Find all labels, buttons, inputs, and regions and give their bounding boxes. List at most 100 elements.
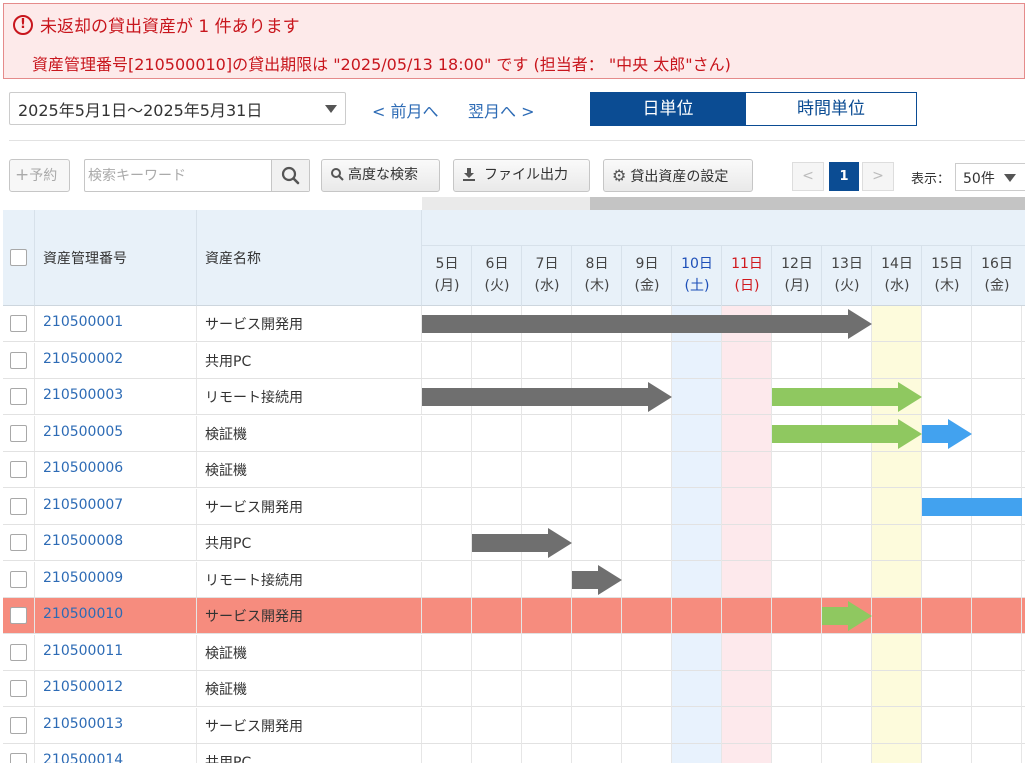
search-input[interactable] (85, 160, 271, 191)
asset-id-link[interactable]: 210500011 (35, 634, 197, 671)
alert-title: 未返却の貸出資産が 1 件あります (40, 17, 300, 37)
header-day-divider (422, 245, 1025, 246)
asset-name: サービス開発用 (197, 598, 422, 634)
day-header-11: 16日 (金) (972, 253, 1022, 297)
day-header-5: 10日 (土) (672, 253, 722, 297)
header-column-divider (671, 246, 672, 306)
asset-id-link[interactable]: 210500007 (35, 488, 197, 525)
day-column-divider (971, 306, 972, 763)
display-count-select[interactable]: 50件 (955, 163, 1025, 191)
date-range-value: 2025年5月1日～2025年5月31日 (18, 101, 263, 120)
advanced-search-button[interactable]: 高度な検索 (321, 159, 440, 192)
header-column-divider (871, 246, 872, 306)
row-check-cell (3, 306, 35, 342)
asset-name: 共用PC (197, 744, 422, 763)
asset-name: リモート接続用 (197, 379, 422, 415)
loan-bar-green[interactable] (772, 418, 922, 450)
row-check-cell (3, 671, 35, 707)
row-checkbox[interactable] (10, 716, 27, 734)
row-checkbox[interactable] (10, 753, 27, 763)
asset-name: 検証機 (197, 452, 422, 488)
day-column-divider (871, 306, 872, 763)
asset-id-link[interactable]: 210500008 (35, 525, 197, 561)
row-checkbox[interactable] (10, 534, 27, 551)
search-button[interactable] (271, 160, 309, 191)
day-header-4: 9日 (金) (622, 253, 672, 297)
loan-bar-arrow-icon (922, 497, 1022, 516)
header-asset-id[interactable]: 資産管理番号 (35, 210, 197, 306)
asset-id-link[interactable]: 210500001 (35, 306, 197, 342)
asset-name: サービス開発用 (197, 707, 422, 744)
day-of-week: (金) (634, 278, 660, 294)
header-day-columns: 5日 (月) 6日 (火) 7日 (水) 8日 (木) 9日 (金) 10日 (土) 11日 (日) 12日… (422, 210, 1025, 306)
search-box (84, 159, 310, 192)
loan-bar-blue[interactable] (922, 418, 972, 450)
asset-id-link[interactable]: 210500002 (35, 342, 197, 379)
loan-bar-green[interactable] (772, 381, 922, 413)
loan-bar-arrow-icon (472, 528, 572, 558)
asset-id-link[interactable]: 210500005 (35, 415, 197, 452)
row-checkbox[interactable] (10, 570, 27, 588)
day-number: 5日 (435, 256, 459, 272)
plus-icon: + (15, 165, 30, 185)
display-count-value: 50件 (963, 171, 995, 187)
asset-id-link[interactable]: 210500006 (35, 452, 197, 488)
display-label: 表示： (911, 172, 951, 187)
day-of-week: (木) (584, 278, 610, 294)
row-checkbox[interactable] (10, 607, 27, 624)
row-checkbox[interactable] (10, 497, 27, 515)
day-of-week: (水) (534, 278, 560, 294)
day-number: 14日 (881, 256, 913, 272)
alert-message: 資産管理番号[210500010]の貸出期限は "2025/05/13 18:0… (32, 55, 731, 74)
loan-bar-blue[interactable] (922, 491, 1022, 523)
loan-bar-gray[interactable] (572, 564, 622, 596)
header-asset-name[interactable]: 資産名称 (197, 210, 422, 306)
next-month-link[interactable]: 翌月へ > (468, 98, 535, 122)
asset-name: サービス開発用 (197, 306, 422, 342)
day-header-7: 12日 (月) (772, 253, 822, 297)
asset-schedule-grid: 資産管理番号 資産名称 5日 (月) 6日 (火) 7日 (水) 8日 (木) 9日 (金) 10日… (3, 210, 1025, 763)
row-checkbox[interactable] (10, 388, 27, 405)
select-all-checkbox[interactable] (10, 249, 27, 266)
asset-id-link[interactable]: 210500009 (35, 561, 197, 598)
row-checkbox[interactable] (10, 680, 27, 697)
view-day-button[interactable]: 日単位 (590, 92, 746, 126)
loan-bar-gray[interactable] (422, 381, 672, 413)
loan-bar-gray[interactable] (472, 527, 572, 559)
reserve-button[interactable]: +予約 (9, 159, 70, 192)
asset-id-link[interactable]: 210500010 (35, 598, 197, 634)
day-header-3: 8日 (木) (572, 253, 622, 297)
day-header-6: 11日 (日) (722, 253, 772, 297)
day-column-divider (621, 306, 622, 763)
loan-bar-green[interactable] (822, 600, 872, 632)
toolbar-divider (9, 140, 1025, 141)
day-number: 11日 (731, 256, 763, 272)
day-of-week: (金) (984, 278, 1010, 294)
row-checkbox[interactable] (10, 643, 27, 661)
view-hour-button[interactable]: 時間単位 (745, 92, 917, 126)
asset-id-link[interactable]: 210500014 (35, 744, 197, 763)
file-export-button[interactable]: ファイル出力 (453, 159, 590, 192)
row-checkbox[interactable] (10, 315, 27, 332)
timeline-scrollbar-thumb[interactable] (590, 197, 1025, 210)
asset-id-link[interactable]: 210500003 (35, 379, 197, 415)
loan-bar-gray[interactable] (422, 308, 872, 340)
day-header-0: 5日 (月) (422, 253, 472, 297)
loan-bar-arrow-icon (772, 418, 922, 449)
row-checkbox[interactable] (10, 424, 27, 442)
day-of-week: (火) (834, 278, 860, 294)
page-next-button[interactable]: > (862, 162, 894, 191)
asset-id-link[interactable]: 210500012 (35, 671, 197, 707)
header-column-divider (771, 246, 772, 306)
asset-settings-button[interactable]: ⚙ 貸出資産の設定 (603, 159, 753, 192)
file-export-label: ファイル出力 (484, 167, 568, 183)
day-of-week: (火) (484, 278, 510, 294)
asset-id-link[interactable]: 210500013 (35, 707, 197, 744)
page-current-button[interactable]: 1 (829, 162, 859, 191)
page-prev-button[interactable]: < (792, 162, 824, 191)
row-checkbox[interactable] (10, 461, 27, 478)
date-range-select[interactable]: 2025年5月1日～2025年5月31日 (9, 92, 346, 125)
row-checkbox[interactable] (10, 351, 27, 369)
prev-month-link[interactable]: < 前月へ (372, 98, 439, 122)
day-number: 10日 (681, 256, 713, 272)
